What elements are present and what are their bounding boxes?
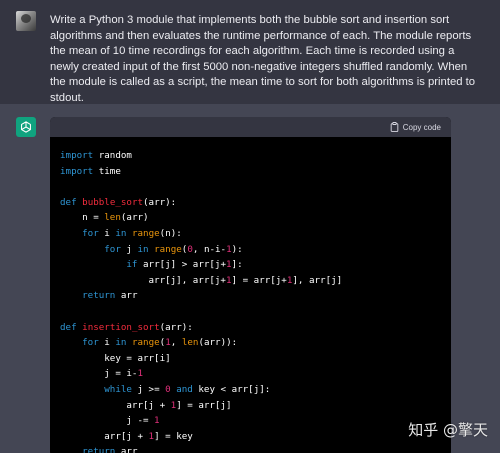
code-token: key = arr[i] bbox=[60, 352, 171, 364]
code-token: ] = key bbox=[154, 430, 193, 442]
code-token: arr bbox=[115, 446, 138, 453]
code-line: def insertion_sort(arr): bbox=[60, 320, 441, 336]
code-line: for i in range(n): bbox=[60, 226, 441, 242]
code-token: ]: bbox=[231, 259, 243, 271]
code-line: n = len(arr) bbox=[60, 210, 441, 226]
code-line: arr[j + 1] = arr[j] bbox=[60, 398, 441, 414]
code-token: arr bbox=[115, 290, 138, 302]
code-block-header: Copy code bbox=[50, 117, 451, 137]
code-token: (arr)): bbox=[198, 337, 238, 349]
code-token: ] = arr[j+ bbox=[231, 274, 287, 286]
code-token: range bbox=[131, 337, 160, 349]
code-token: arr[j] > arr[j+ bbox=[137, 259, 226, 271]
code-token: (arr): bbox=[159, 321, 193, 333]
code-line: arr[j + 1] = key bbox=[60, 429, 441, 445]
code-line: while j >= 0 and key < arr[j]: bbox=[60, 382, 441, 398]
code-token: def bbox=[60, 196, 77, 208]
user-message: Write a Python 3 module that implements … bbox=[0, 0, 500, 104]
code-token: import bbox=[60, 150, 94, 161]
user-message-text: Write a Python 3 module that implements … bbox=[50, 14, 476, 104]
code-line: key = arr[i] bbox=[60, 351, 441, 367]
code-token: j = i- bbox=[60, 368, 138, 380]
code-token: bubble_sort bbox=[82, 196, 144, 208]
code-token: n = bbox=[60, 212, 105, 224]
code-block: Copy code import random import time def bu… bbox=[50, 117, 451, 453]
code-line: j = i-1 bbox=[60, 366, 441, 382]
code-token: j -= bbox=[60, 415, 155, 427]
code-token: len bbox=[104, 212, 121, 224]
code-token: def bbox=[60, 321, 77, 333]
code-token: arr[j], arr[j+ bbox=[60, 274, 226, 286]
code-token: ], arr[j] bbox=[292, 274, 343, 286]
code-token: (n): bbox=[159, 227, 182, 239]
code-token: , bbox=[170, 337, 182, 349]
code-token: if bbox=[126, 259, 138, 271]
code-token: return bbox=[82, 290, 116, 302]
code-line: for i in range(1, len(arr)): bbox=[60, 335, 441, 351]
code-token: i bbox=[98, 337, 116, 349]
code-line: def bubble_sort(arr): bbox=[60, 195, 441, 211]
watermark: 知乎 @擎天 bbox=[408, 421, 488, 439]
openai-logo-icon bbox=[16, 117, 36, 137]
code-token: for bbox=[82, 227, 99, 239]
clipboard-icon bbox=[390, 121, 399, 134]
code-token: 1 bbox=[137, 368, 143, 380]
code-token: (arr) bbox=[120, 212, 149, 224]
code-token: i bbox=[98, 227, 116, 239]
code-token: for bbox=[82, 337, 99, 349]
user-avatar bbox=[16, 11, 36, 31]
code-token: random bbox=[93, 150, 132, 161]
code-token: j >= bbox=[131, 383, 166, 395]
code-token: time bbox=[93, 165, 121, 177]
code-token: len bbox=[181, 337, 199, 349]
code-token: , n-i- bbox=[192, 243, 227, 255]
code-token: j bbox=[120, 243, 138, 255]
code-token: arr[j + bbox=[60, 399, 171, 411]
code-token: in bbox=[137, 243, 149, 255]
copy-code-label: Copy code bbox=[402, 123, 441, 132]
code-line: arr[j], arr[j+1] = arr[j+1], arr[j] bbox=[60, 273, 441, 289]
code-line: return arr bbox=[60, 288, 441, 304]
copy-code-button[interactable]: Copy code bbox=[390, 121, 441, 134]
code-line: import random bbox=[60, 148, 441, 164]
code-token: range bbox=[131, 227, 160, 239]
code-token: (arr): bbox=[143, 196, 177, 208]
code-line: return arr bbox=[60, 444, 441, 453]
code-token: return bbox=[82, 446, 116, 453]
code-line: import time bbox=[60, 164, 441, 180]
code-token: and bbox=[176, 383, 193, 395]
code-line: j -= 1 bbox=[60, 413, 441, 429]
code-line: for j in range(0, n-i-1): bbox=[60, 242, 441, 258]
code-token: import bbox=[60, 165, 94, 177]
code-token: ] = arr[j] bbox=[176, 399, 232, 411]
code-token: ): bbox=[231, 243, 243, 255]
code-token: arr[j + bbox=[60, 430, 149, 442]
code-content: import random import time def bubble_sort(… bbox=[50, 137, 451, 453]
code-token: insertion_sort bbox=[82, 321, 160, 333]
code-token: in bbox=[115, 337, 127, 349]
code-line: if arr[j] > arr[j+1]: bbox=[60, 257, 441, 273]
code-token: key < arr[j]: bbox=[192, 383, 271, 395]
code-token: in bbox=[115, 227, 127, 239]
code-token: while bbox=[104, 383, 132, 395]
code-token: range bbox=[154, 243, 182, 255]
code-token: for bbox=[104, 243, 121, 255]
code-token: 1 bbox=[154, 415, 160, 427]
